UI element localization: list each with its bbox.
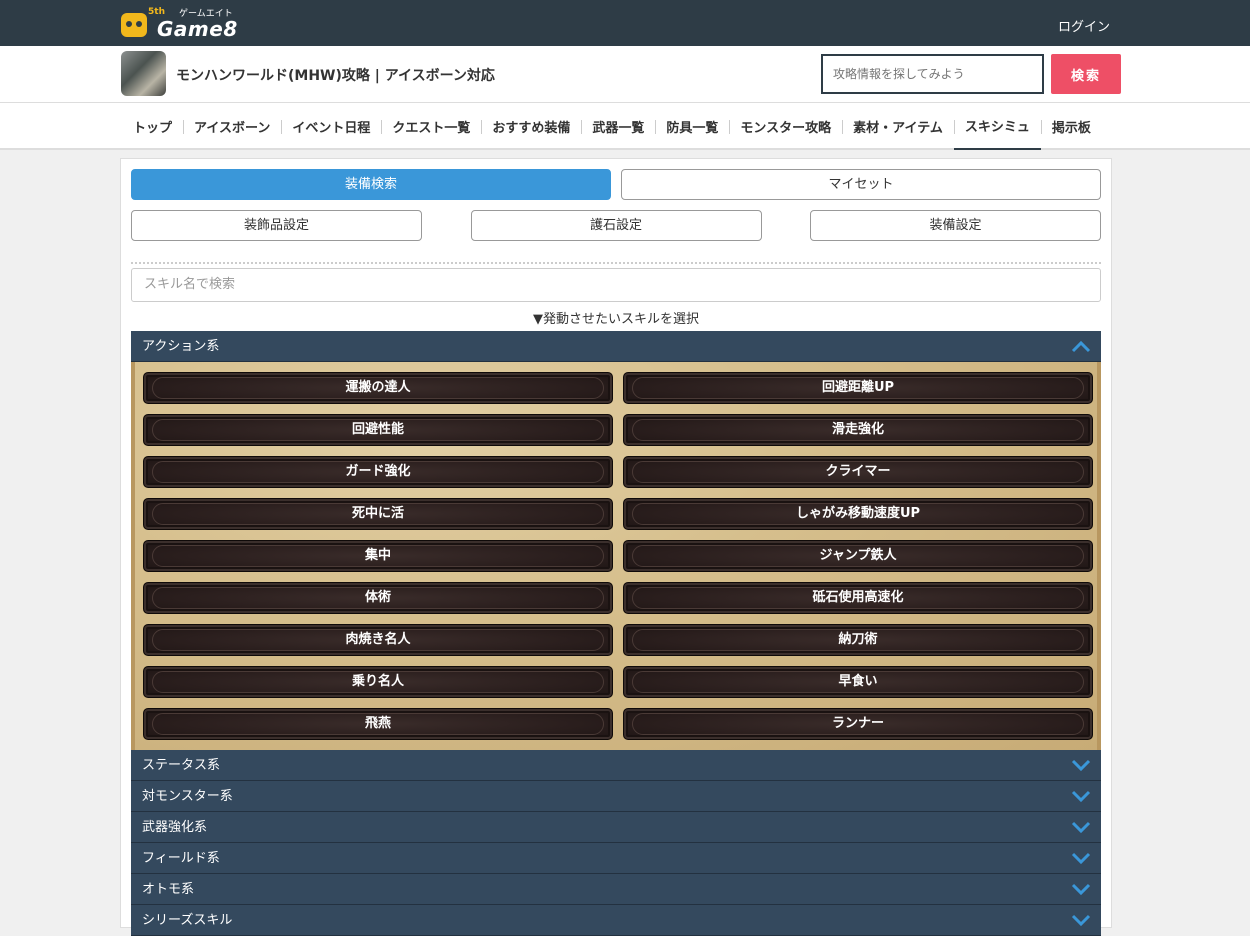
skill-button[interactable]: ガード強化	[143, 456, 613, 488]
chevron-down-icon	[1071, 790, 1091, 803]
category-anti-monster[interactable]: 対モンスター系	[131, 781, 1101, 812]
skill-button[interactable]: ジャンプ鉄人	[623, 540, 1093, 572]
skill-button[interactable]: 滑走強化	[623, 414, 1093, 446]
action-skills-panel: 運搬の達人 回避距離UP 回避性能 滑走強化 ガード強化 クライマー 死中に活 …	[131, 362, 1101, 750]
category-action[interactable]: アクション系	[131, 331, 1101, 362]
nav-item-monsters[interactable]: モンスター攻略	[729, 103, 842, 150]
decoration-settings-button[interactable]: 装飾品設定	[131, 210, 422, 241]
skill-button[interactable]: 早食い	[623, 666, 1093, 698]
login-link[interactable]: ログイン	[1058, 16, 1110, 35]
site-header: モンハンワールド(MHW)攻略 | アイスボーン対応 検索	[0, 46, 1250, 103]
skill-button[interactable]: 体術	[143, 582, 613, 614]
category-label: 武器強化系	[142, 820, 208, 835]
skill-button[interactable]: 砥石使用高速化	[623, 582, 1093, 614]
skill-button[interactable]: 運搬の達人	[143, 372, 613, 404]
skill-search-input[interactable]: スキル名で検索	[131, 268, 1101, 302]
category-label: ステータス系	[142, 758, 221, 773]
nav-item-iceborne[interactable]: アイスボーン	[183, 103, 281, 150]
category-label: オトモ系	[142, 882, 195, 897]
chevron-down-icon	[1071, 759, 1091, 772]
logo-wordmark: Game8	[157, 17, 238, 41]
skill-button[interactable]: 集中	[143, 540, 613, 572]
category-label: 対モンスター系	[142, 789, 233, 804]
chevron-down-icon	[1071, 852, 1091, 865]
search-input[interactable]	[821, 54, 1044, 94]
skill-button[interactable]: 死中に活	[143, 498, 613, 530]
skill-button[interactable]: 回避距離UP	[623, 372, 1093, 404]
category-palico[interactable]: オトモ系	[131, 874, 1101, 905]
skill-button[interactable]: 納刀術	[623, 624, 1093, 656]
main-nav: トップ アイスボーン イベント日程 クエスト一覧 おすすめ装備 武器一覧 防具一…	[0, 103, 1250, 150]
logo-5th-badge: 5th	[148, 7, 165, 17]
nav-item-weapons[interactable]: 武器一覧	[581, 103, 655, 150]
category-status[interactable]: ステータス系	[131, 750, 1101, 781]
skill-button[interactable]: 飛燕	[143, 708, 613, 740]
game8-logo[interactable]: 5th ゲームエイト Game8	[121, 7, 238, 41]
nav-item-top[interactable]: トップ	[122, 103, 183, 150]
nav-item-events[interactable]: イベント日程	[281, 103, 381, 150]
category-series-skills[interactable]: シリーズスキル	[131, 905, 1101, 936]
nav-item-quests[interactable]: クエスト一覧	[381, 103, 481, 150]
skill-button[interactable]: クライマー	[623, 456, 1093, 488]
category-label: シリーズスキル	[142, 913, 233, 928]
search-button[interactable]: 検索	[1051, 54, 1121, 94]
divider	[131, 262, 1101, 264]
skill-button[interactable]: 回避性能	[143, 414, 613, 446]
skill-button[interactable]: ランナー	[623, 708, 1093, 740]
nav-item-materials[interactable]: 素材・アイテム	[842, 103, 954, 150]
game8-mascot-icon	[121, 12, 147, 37]
chevron-up-icon	[1071, 340, 1091, 353]
category-label: フィールド系	[142, 851, 220, 866]
skill-button[interactable]: 肉焼き名人	[143, 624, 613, 656]
tab-equipment-search[interactable]: 装備検索	[131, 169, 611, 200]
category-field[interactable]: フィールド系	[131, 843, 1101, 874]
equipment-settings-button[interactable]: 装備設定	[810, 210, 1101, 241]
tab-my-set[interactable]: マイセット	[621, 169, 1101, 200]
top-bar: 5th ゲームエイト Game8 ログイン	[0, 0, 1250, 46]
category-label: アクション系	[142, 339, 220, 354]
nav-item-board[interactable]: 掲示板	[1040, 103, 1102, 150]
game-thumbnail-icon[interactable]	[121, 51, 166, 96]
category-weapon-boost[interactable]: 武器強化系	[131, 812, 1101, 843]
skill-select-label: ▼発動させたいスキルを選択	[533, 312, 699, 327]
nav-item-recommended[interactable]: おすすめ装備	[481, 103, 581, 150]
simulator-panel: 装備検索 マイセット 装飾品設定 護石設定 装備設定 スキル名で検索 ▼発動させ…	[120, 158, 1112, 936]
skill-button[interactable]: しゃがみ移動速度UP	[623, 498, 1093, 530]
chevron-down-icon	[1071, 883, 1091, 896]
chevron-down-icon	[1071, 914, 1091, 927]
nav-item-skill-sim[interactable]: スキシミュ	[953, 103, 1041, 150]
chevron-down-icon	[1071, 821, 1091, 834]
skill-button[interactable]: 乗り名人	[143, 666, 613, 698]
page-title[interactable]: モンハンワールド(MHW)攻略 | アイスボーン対応	[176, 65, 495, 85]
charm-settings-button[interactable]: 護石設定	[470, 210, 762, 241]
nav-item-armor[interactable]: 防具一覧	[655, 103, 729, 150]
